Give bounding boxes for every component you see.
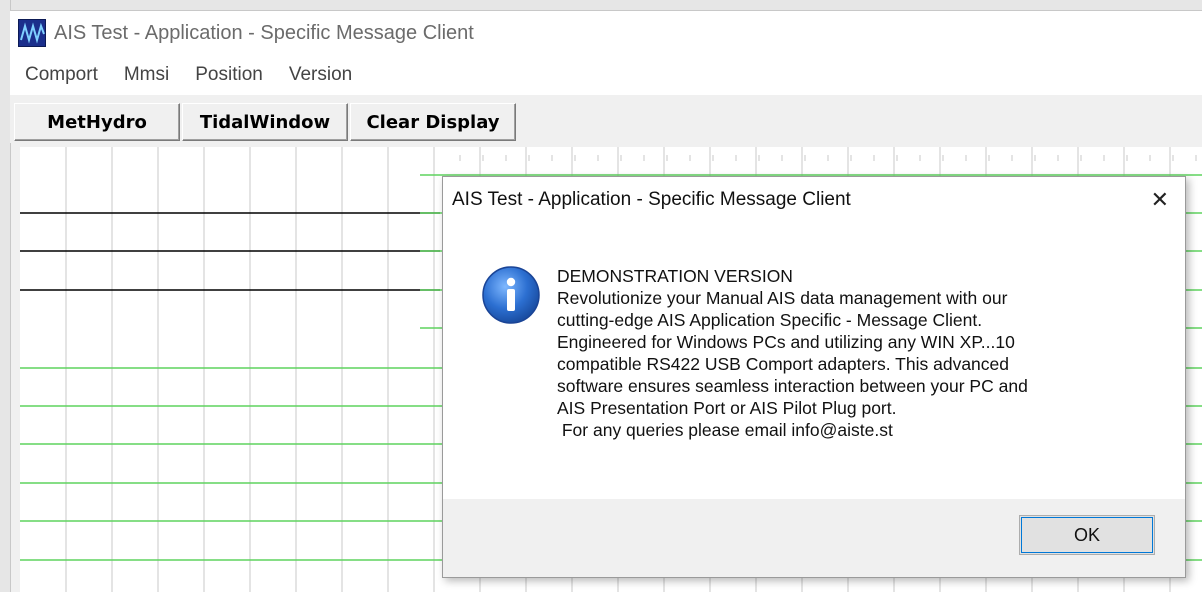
menu-item-version[interactable]: Version bbox=[289, 64, 352, 86]
application-window: AIS Test - Application - Specific Messag… bbox=[0, 0, 1202, 592]
menu-item-mmsi[interactable]: Mmsi bbox=[124, 64, 169, 86]
app-waveform-icon bbox=[18, 19, 46, 47]
ok-button[interactable]: OK bbox=[1019, 515, 1155, 555]
dialog-message-line: cutting-edge AIS Application Specific - … bbox=[557, 310, 983, 330]
dialog-message-line: DEMONSTRATION VERSION bbox=[557, 266, 793, 286]
dialog-message: DEMONSTRATION VERSION Revolutionize your… bbox=[557, 265, 1167, 441]
dialog-message-line: Revolutionize your Manual AIS data manag… bbox=[557, 288, 1008, 308]
dialog-title: AIS Test - Application - Specific Messag… bbox=[452, 189, 851, 210]
menu-bar: Comport Mmsi Position Version bbox=[10, 55, 1202, 95]
dialog-message-line: AIS Presentation Port or AIS Pilot Plug … bbox=[557, 398, 897, 418]
info-icon bbox=[482, 266, 540, 324]
dialog-message-line: compatible RS422 USB Comport adapters. T… bbox=[557, 354, 1010, 374]
menu-item-comport[interactable]: Comport bbox=[25, 64, 98, 86]
methydro-button[interactable]: MetHydro bbox=[14, 103, 180, 141]
message-dialog: AIS Test - Application - Specific Messag… bbox=[442, 176, 1186, 578]
dialog-message-line: For any queries please email info@aiste.… bbox=[557, 420, 893, 440]
dialog-body: DEMONSTRATION VERSION Revolutionize your… bbox=[443, 225, 1185, 499]
dialog-message-line: software ensures seamless interaction be… bbox=[557, 376, 1028, 396]
clear-display-button[interactable]: Clear Display bbox=[350, 103, 516, 141]
toolbar: MetHydro TidalWindow Clear Display bbox=[10, 95, 1202, 143]
window-top-edge bbox=[0, 0, 1202, 11]
dialog-message-line: Engineered for Windows PCs and utilizing… bbox=[557, 332, 1015, 352]
close-icon[interactable]: ✕ bbox=[1151, 187, 1169, 213]
dialog-footer: OK bbox=[443, 499, 1185, 577]
window-title: AIS Test - Application - Specific Messag… bbox=[54, 21, 474, 44]
title-bar: AIS Test - Application - Specific Messag… bbox=[10, 11, 1202, 55]
menu-item-position[interactable]: Position bbox=[195, 64, 263, 86]
tidalwindow-button[interactable]: TidalWindow bbox=[182, 103, 348, 141]
